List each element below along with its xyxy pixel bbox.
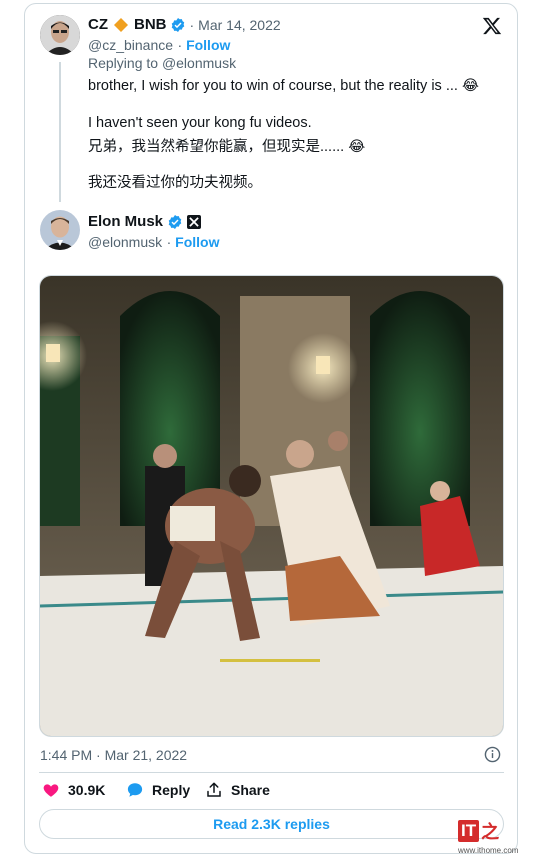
share-button[interactable]: Share	[205, 781, 270, 799]
x-logo-icon[interactable]	[482, 16, 502, 36]
reply-label: Reply	[152, 782, 191, 798]
x-affiliate-badge-icon	[187, 214, 202, 229]
watermark-url: www.ithome.com	[458, 846, 519, 855]
author-handle[interactable]: @cz_binance	[88, 37, 173, 53]
author-handle[interactable]: @elonmusk	[88, 234, 162, 250]
reply-bubble-icon	[127, 783, 143, 797]
heart-icon	[43, 784, 59, 797]
read-replies-button[interactable]: Read 2.3K replies	[39, 809, 504, 839]
follow-button[interactable]: Follow	[175, 234, 219, 250]
like-count: 30.9K	[68, 782, 106, 798]
ithome-logo-glyph: 之	[481, 822, 500, 842]
sumo-wrestling-photo	[40, 276, 503, 736]
tweet-text-line: 我还没看过你的功夫视频。	[88, 175, 262, 191]
reply-button[interactable]: Reply	[126, 781, 190, 799]
ithome-watermark: IT 之 www.ithome.com	[458, 818, 528, 858]
verified-badge-icon	[171, 17, 184, 32]
tweet-timestamp[interactable]: 1:44 PM · Mar 21, 2022	[40, 747, 187, 763]
avatar[interactable]	[40, 210, 80, 250]
divider	[39, 772, 504, 773]
separator-dot: ·	[189, 16, 195, 33]
info-icon[interactable]	[484, 746, 501, 763]
author-name[interactable]: CZ	[88, 16, 108, 33]
separator-dot: ·	[166, 234, 176, 250]
share-label: Share	[231, 782, 270, 798]
replying-to-handle[interactable]: @elonmusk	[162, 55, 236, 71]
tweet-text-line: I haven't seen your kong fu videos.	[88, 115, 312, 131]
verified-badge-icon	[168, 214, 182, 229]
like-button[interactable]: 30.9K	[42, 781, 105, 799]
tweet-text-line: 兄弟，我当然希望你能赢，但现实是...... 😂	[88, 139, 366, 155]
bnb-diamond-icon	[114, 17, 128, 32]
replying-to-label: Replying to	[88, 55, 162, 71]
tweet-date[interactable]: Mar 14, 2022	[198, 17, 281, 33]
ithome-logo: IT	[458, 820, 480, 842]
follow-button[interactable]: Follow	[186, 37, 230, 53]
author-name-suffix: BNB	[134, 16, 167, 33]
author-name[interactable]: Elon Musk	[88, 213, 163, 230]
avatar[interactable]	[40, 15, 80, 55]
tweet-photo[interactable]	[39, 275, 504, 737]
tweet-text-line: brother, I wish for you to win of course…	[88, 78, 479, 94]
share-icon	[207, 782, 221, 797]
separator-dot: ·	[177, 37, 187, 53]
thread-connector-line	[59, 62, 61, 202]
